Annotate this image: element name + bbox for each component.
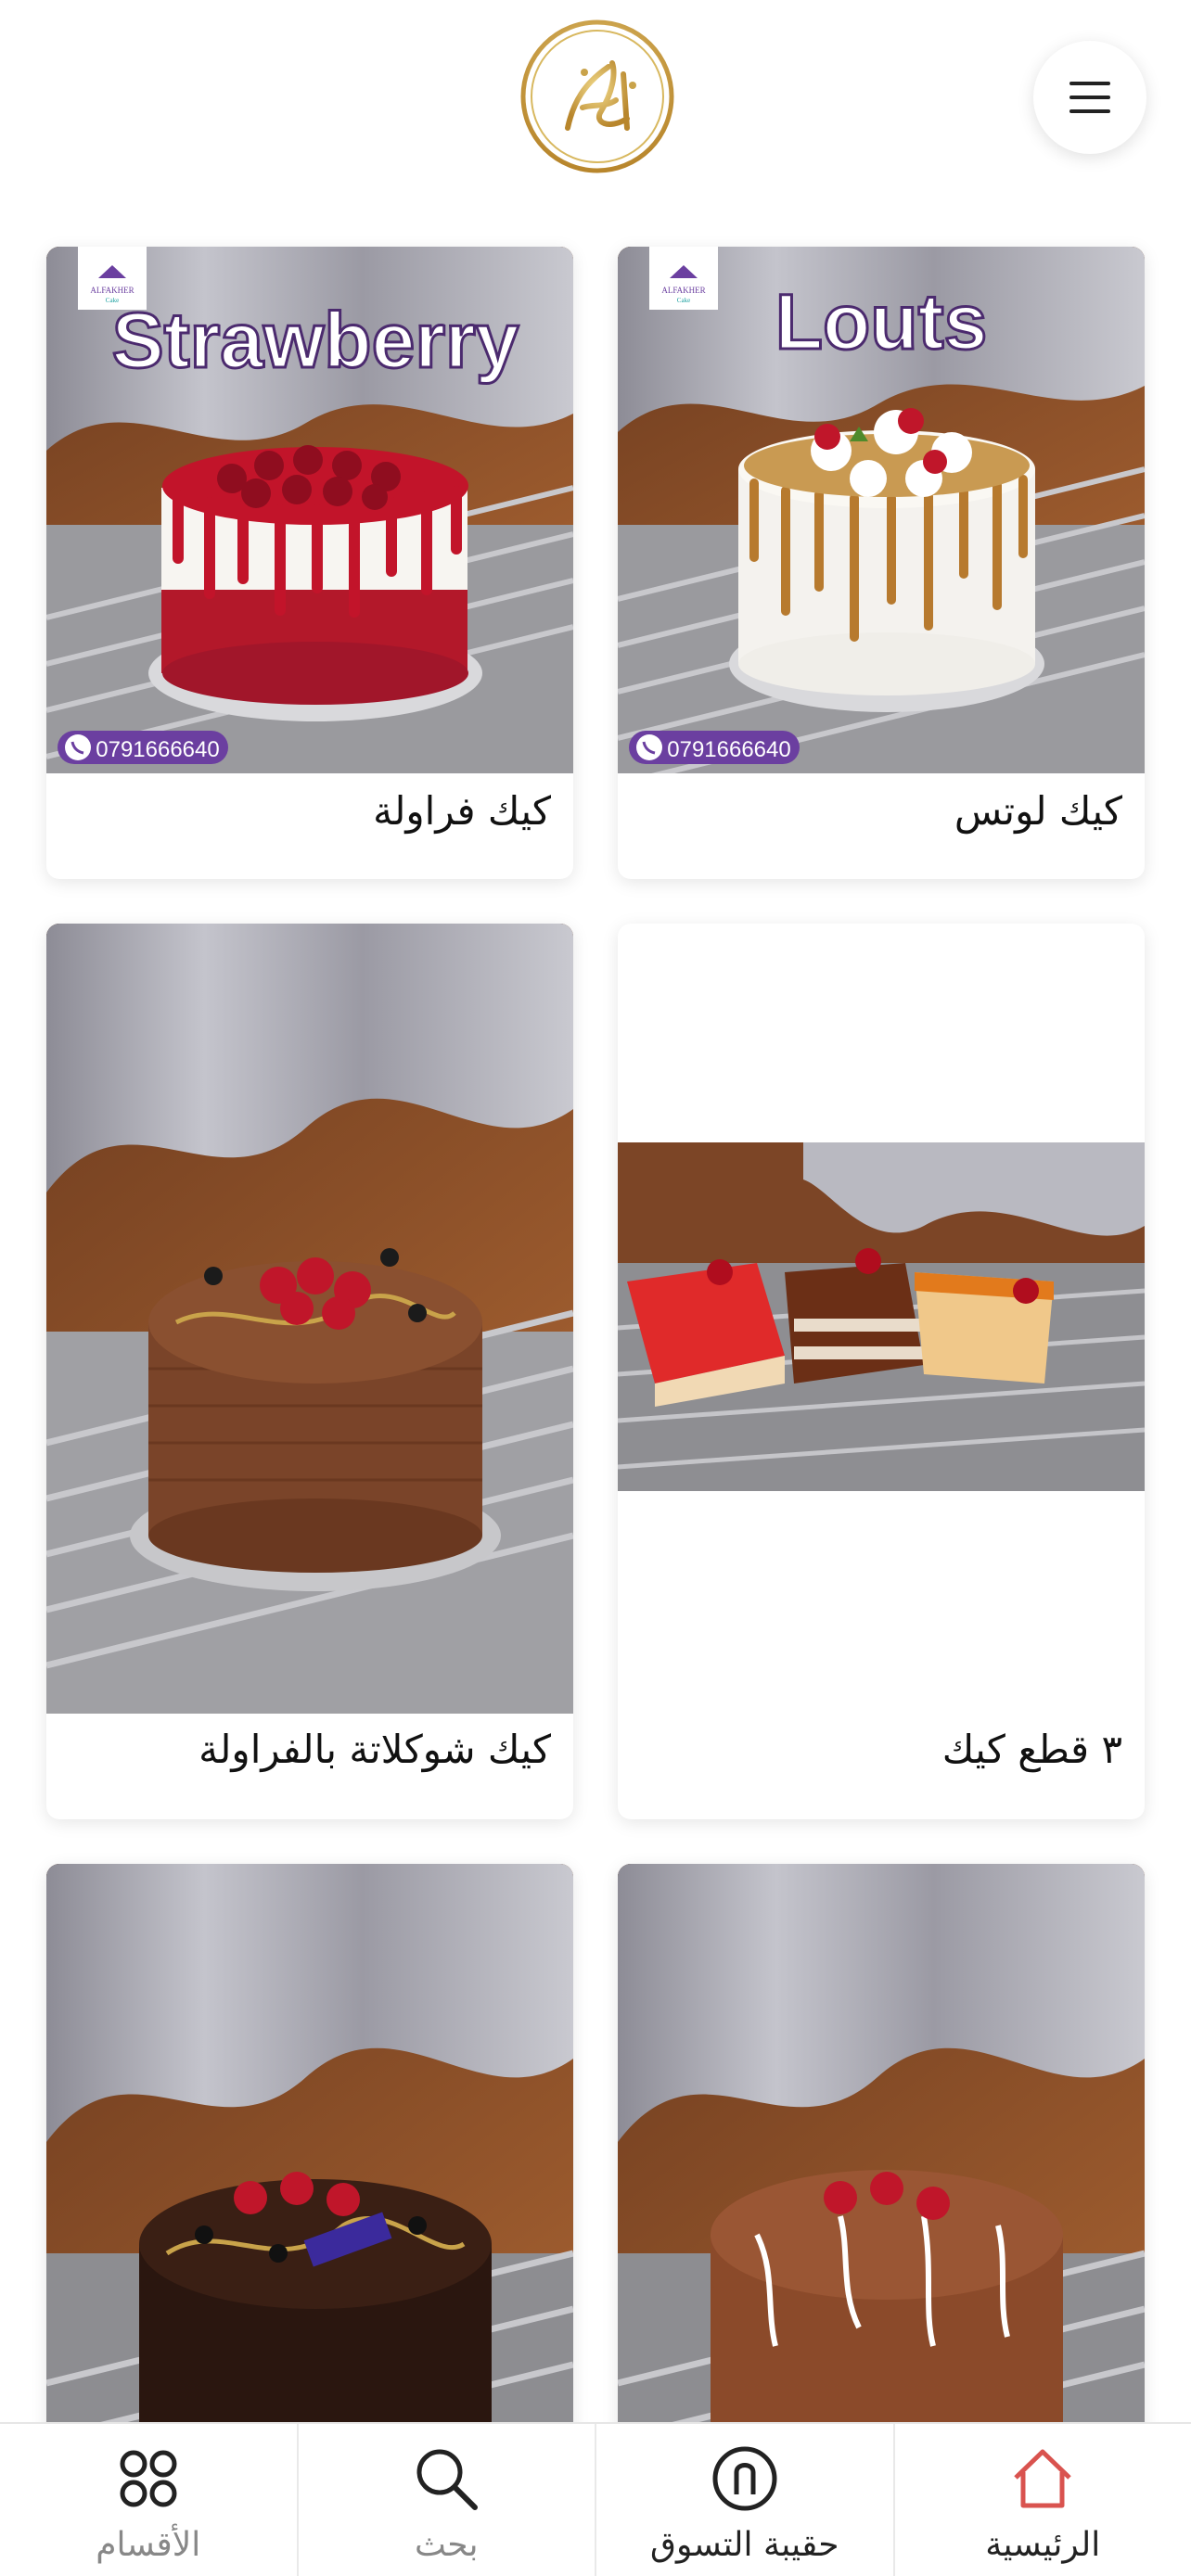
product-card-strawberry[interactable]: Strawberry ALFAKHER Cake 0791666640 كيك …: [46, 247, 573, 879]
tab-search[interactable]: بحث: [296, 2424, 596, 2576]
shopping-bag-icon: [712, 2446, 777, 2511]
phone-badge-lotus: 0791666640: [667, 737, 790, 762]
product-image-cake-pieces: [618, 1142, 1145, 1491]
tab-home[interactable]: الرئيسية: [892, 2424, 1191, 2576]
product-card-chocolate-strawberry[interactable]: كيك شوكلاتة بالفراولة: [46, 924, 573, 1819]
product-image-chocolate-strawberry: [46, 924, 573, 1714]
menu-button[interactable]: [1033, 41, 1146, 154]
tab-shopping-bag[interactable]: حقيبة التسوق: [595, 2424, 893, 2576]
svg-text:ALFAKHER: ALFAKHER: [661, 286, 705, 295]
bottom-tab-bar: الأقسام بحث حقيبة التسوق الرئيسية: [0, 2422, 1191, 2576]
product-image-5: [618, 1864, 1145, 2513]
product-image-strawberry: Strawberry ALFAKHER Cake 0791666640: [46, 247, 573, 773]
app-header: [0, 0, 1191, 204]
product-card-5[interactable]: [618, 1864, 1145, 2513]
alfakher-logo-icon[interactable]: [519, 19, 675, 174]
search-icon: [416, 2449, 479, 2510]
tab-label-categories: الأقسام: [96, 2526, 201, 2564]
product-image-6: [46, 1864, 573, 2513]
product-name-lotus: كيك لوتس: [954, 788, 1122, 834]
product-card-6[interactable]: [46, 1864, 573, 2513]
hamburger-menu-icon: [1069, 82, 1110, 113]
banner-text-strawberry: Strawberry: [112, 297, 519, 384]
tab-label-search: بحث: [414, 2526, 479, 2564]
banner-text-lotus: Louts: [775, 278, 988, 365]
svg-text:ALFAKHER: ALFAKHER: [90, 286, 134, 295]
categories-grid-icon: [120, 2450, 177, 2507]
tab-categories[interactable]: الأقسام: [0, 2424, 297, 2576]
tab-label-home: الرئيسية: [985, 2526, 1101, 2564]
product-name-strawberry: كيك فراولة: [373, 788, 551, 834]
tab-label-shopping-bag: حقيبة التسوق: [650, 2526, 839, 2564]
phone-badge-strawberry: 0791666640: [96, 737, 219, 762]
product-name-chocolate-strawberry: كيك شوكلاتة بالفراولة: [198, 1727, 551, 1772]
svg-text:Cake: Cake: [677, 297, 690, 304]
product-image-lotus: Louts ALFAKHER Cake 0791666640: [618, 247, 1145, 773]
product-card-lotus[interactable]: Louts ALFAKHER Cake 0791666640 كيك لوتس: [618, 247, 1145, 879]
svg-text:Cake: Cake: [106, 297, 119, 304]
home-icon: [1014, 2449, 1071, 2508]
product-card-cake-pieces[interactable]: ٣ قطع كيك: [618, 924, 1145, 1819]
product-name-cake-pieces: ٣ قطع كيك: [941, 1727, 1122, 1772]
